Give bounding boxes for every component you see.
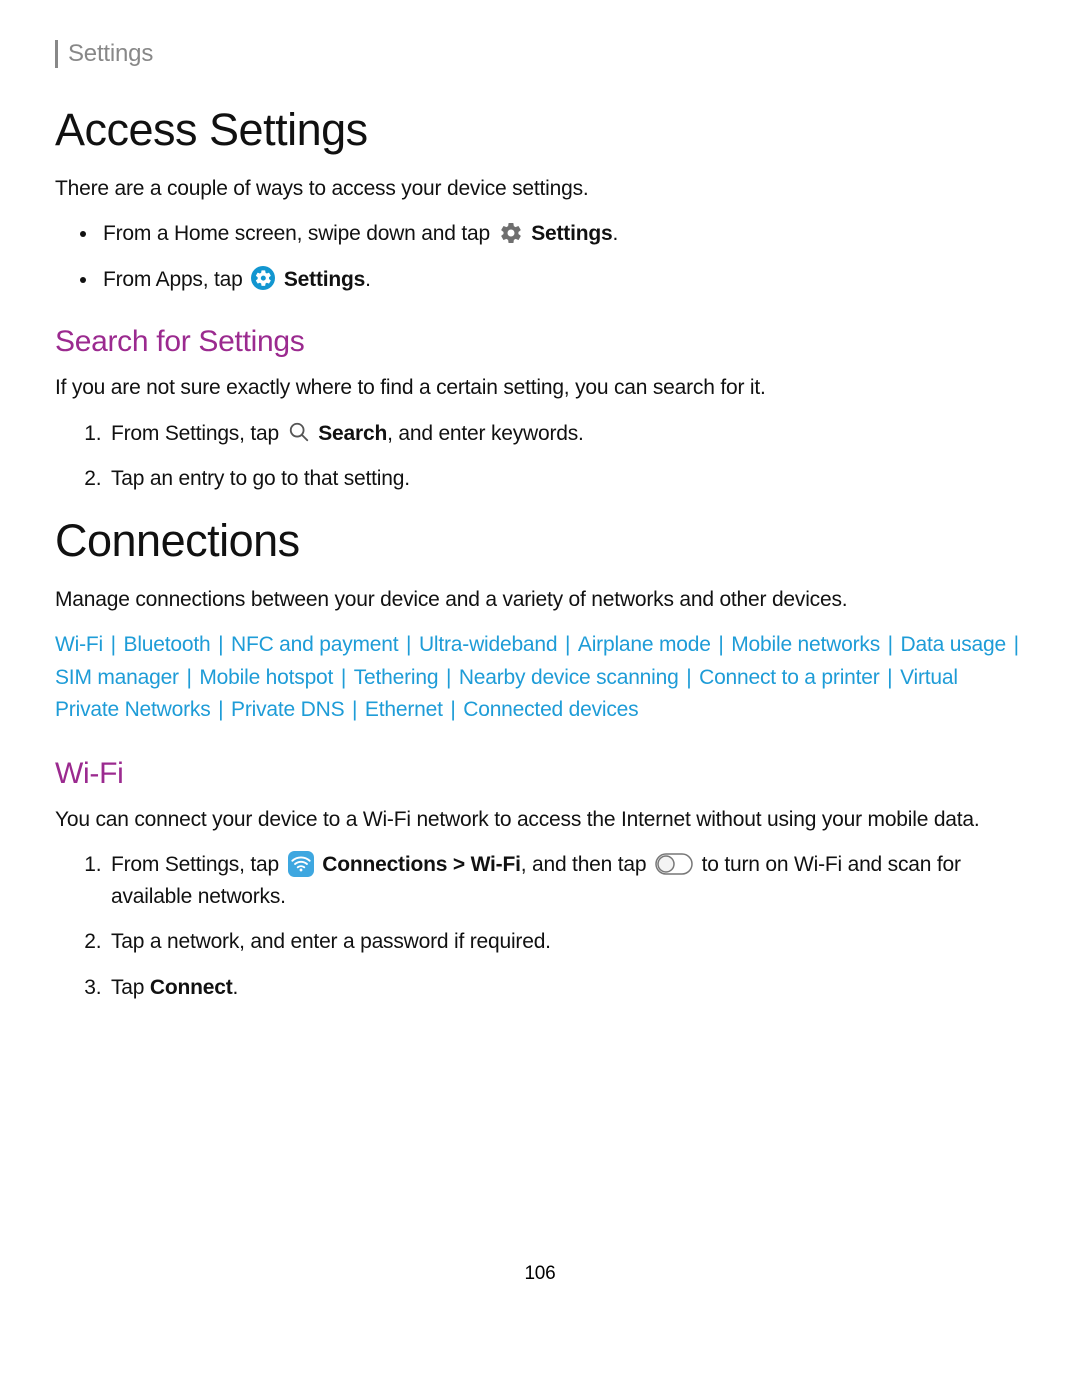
breadcrumb-tab: Settings: [55, 40, 1025, 68]
connections-links: Wi-Fi | Bluetooth | NFC and payment | Ul…: [55, 629, 1025, 727]
breadcrumb-label: Settings: [68, 40, 153, 67]
wifi-step-1: From Settings, tap Connections > Wi-Fi, …: [107, 849, 1025, 912]
link-tethering[interactable]: Tethering: [354, 666, 439, 689]
connections-app-icon: [288, 851, 314, 877]
access-bullet-2: From Apps, tap Settings.: [99, 264, 1025, 296]
link-sim-manager[interactable]: SIM manager: [55, 666, 179, 689]
link-wifi[interactable]: Wi-Fi: [55, 633, 103, 656]
link-mobile-networks[interactable]: Mobile networks: [731, 633, 880, 656]
link-hotspot[interactable]: Mobile hotspot: [199, 666, 333, 689]
link-nearby-scan[interactable]: Nearby device scanning: [459, 666, 679, 689]
link-private-dns[interactable]: Private DNS: [231, 698, 344, 721]
access-settings-heading: Access Settings: [55, 104, 1025, 156]
link-uwb[interactable]: Ultra-wideband: [419, 633, 557, 656]
search-step-2: Tap an entry to go to that setting.: [107, 463, 1025, 495]
link-airplane[interactable]: Airplane mode: [578, 633, 711, 656]
link-connected-devices[interactable]: Connected devices: [463, 698, 638, 721]
link-nfc[interactable]: NFC and payment: [231, 633, 398, 656]
search-step-1: From Settings, tap Search, and enter key…: [107, 418, 1025, 450]
search-icon: [288, 421, 310, 443]
link-data-usage[interactable]: Data usage: [901, 633, 1006, 656]
link-printer[interactable]: Connect to a printer: [699, 666, 879, 689]
search-settings-heading: Search for Settings: [55, 325, 1025, 359]
link-bluetooth[interactable]: Bluetooth: [124, 633, 211, 656]
wifi-heading: Wi-Fi: [55, 757, 1025, 791]
link-ethernet[interactable]: Ethernet: [365, 698, 443, 721]
wifi-intro: You can connect your device to a Wi-Fi n…: [55, 805, 1025, 835]
settings-app-icon: [251, 266, 275, 290]
gear-icon: [499, 221, 523, 245]
access-bullet-1: From a Home screen, swipe down and tap S…: [99, 218, 1025, 250]
connections-intro: Manage connections between your device a…: [55, 585, 1025, 615]
wifi-step-2: Tap a network, and enter a password if r…: [107, 926, 1025, 958]
search-settings-intro: If you are not sure exactly where to fin…: [55, 373, 1025, 403]
page-number: 106: [55, 1263, 1025, 1285]
access-settings-intro: There are a couple of ways to access you…: [55, 174, 1025, 204]
wifi-step-3: Tap Connect.: [107, 972, 1025, 1004]
connections-heading: Connections: [55, 515, 1025, 567]
toggle-off-icon: [655, 853, 693, 875]
